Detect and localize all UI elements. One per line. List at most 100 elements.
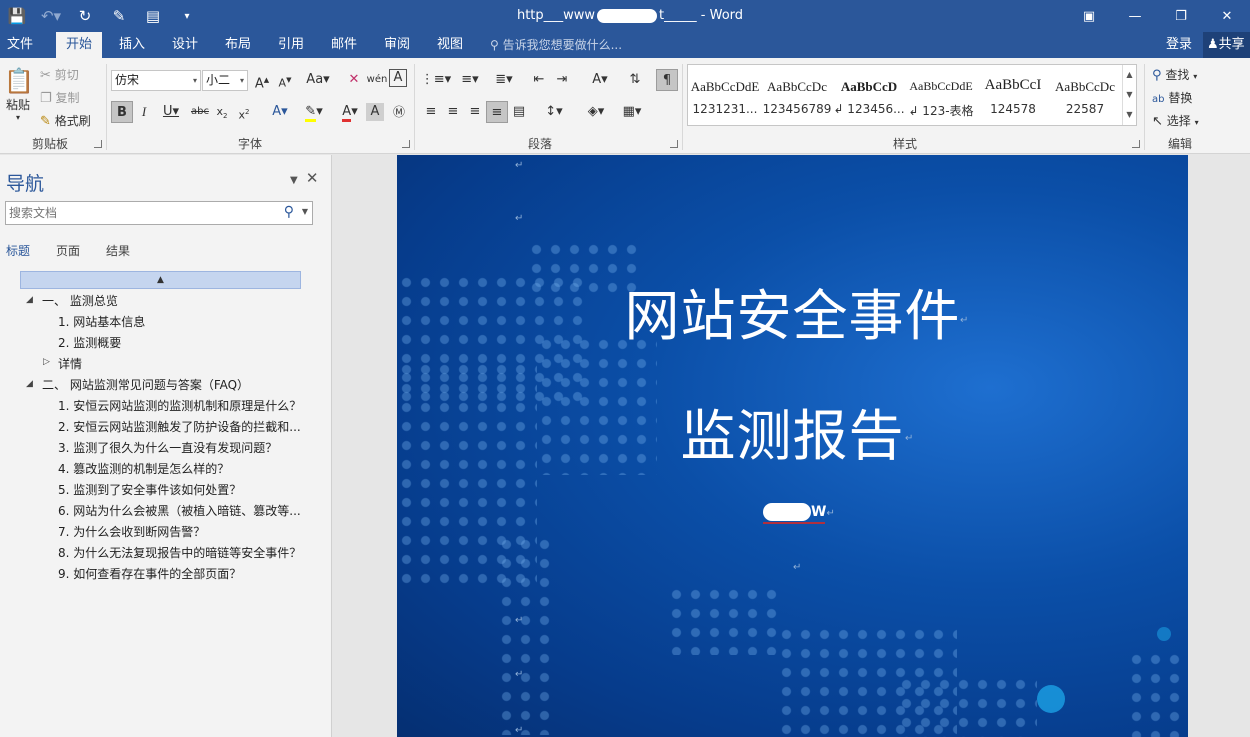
- nav-heading[interactable]: 详情: [58, 355, 82, 372]
- align-right-icon[interactable]: ≡: [464, 101, 486, 123]
- search-input[interactable]: [6, 202, 266, 224]
- nav-heading[interactable]: 8. 为什么无法复现报告中的暗链等安全事件？: [58, 544, 301, 561]
- collapsed-triangle-icon[interactable]: ▷: [43, 357, 50, 367]
- nav-heading[interactable]: 4. 篡改监测的机制是怎么样的？: [58, 460, 229, 477]
- share-button[interactable]: ♟共享: [1203, 32, 1250, 58]
- bullets-icon[interactable]: ⋮≡▾: [420, 69, 452, 91]
- style-item[interactable]: AaBbCcDc 123456789: [761, 65, 833, 125]
- copy-button[interactable]: ❐ 复制: [40, 89, 80, 106]
- paste-button[interactable]: 📋 粘贴 ▾: [4, 66, 34, 122]
- expanded-triangle-icon[interactable]: ◢: [26, 379, 33, 389]
- nav-heading[interactable]: 9. 如何查看存在事件的全部页面？: [58, 565, 241, 582]
- justify-icon[interactable]: ≡: [486, 101, 508, 123]
- chevron-down-icon[interactable]: ▼: [1123, 85, 1136, 105]
- shading-icon[interactable]: ◈▾: [580, 101, 612, 123]
- superscript-icon[interactable]: x2: [233, 101, 255, 123]
- tab-review[interactable]: 审阅: [375, 32, 419, 58]
- style-item[interactable]: AaBbCcDc 22587: [1049, 65, 1121, 125]
- line-spacing-icon[interactable]: ↕▾: [538, 101, 570, 123]
- style-item[interactable]: AaBbCcD ↲ 123456...: [833, 65, 905, 125]
- replace-button[interactable]: ab 替换: [1152, 89, 1192, 106]
- styles-launcher[interactable]: [1132, 140, 1140, 148]
- change-case-icon[interactable]: Aa▾: [302, 69, 334, 91]
- borders-icon[interactable]: ▦▾: [616, 101, 648, 123]
- font-size-combo[interactable]: 小二 ▾: [202, 70, 248, 91]
- chinese-layout-icon[interactable]: A▾: [584, 69, 616, 91]
- nav-tab-pages[interactable]: 页面: [56, 242, 80, 259]
- phonetic-guide-icon[interactable]: wén: [366, 69, 388, 91]
- align-left-icon[interactable]: ≡: [420, 101, 442, 123]
- paragraph-launcher[interactable]: [670, 140, 678, 148]
- underline-icon[interactable]: U▾: [155, 101, 187, 123]
- tab-insert[interactable]: 插入: [110, 32, 154, 58]
- highlight-icon[interactable]: ✎▾: [298, 101, 330, 123]
- restore-icon[interactable]: ❐: [1158, 0, 1204, 32]
- nav-heading[interactable]: 一、 监测总览: [42, 292, 118, 309]
- nav-heading[interactable]: 5. 监测到了安全事件该如何处置？: [58, 481, 241, 498]
- nav-heading[interactable]: 7. 为什么会收到断网告警？: [58, 523, 205, 540]
- nav-heading[interactable]: 1. 安恒云网站监测的监测机制和原理是什么？: [58, 397, 301, 414]
- search-icon[interactable]: ⚲: [284, 204, 294, 220]
- find-button[interactable]: ⚲ 查找 ▾: [1152, 66, 1197, 83]
- style-item[interactable]: AaBbCcDdE 1231231...: [689, 65, 761, 125]
- chevron-down-icon[interactable]: ▼: [302, 207, 308, 216]
- nav-heading[interactable]: 6. 网站为什么会被黑（被植入暗链、篡改等...: [58, 502, 301, 519]
- text-effects-icon[interactable]: A▾: [264, 101, 296, 123]
- login-link[interactable]: 登录: [1166, 32, 1192, 58]
- character-shading-icon[interactable]: A: [366, 103, 384, 121]
- cover-title-line1[interactable]: 网站安全事件: [397, 271, 1188, 351]
- distributed-icon[interactable]: ▤: [508, 101, 530, 123]
- tab-design[interactable]: 设计: [163, 32, 207, 58]
- chevron-down-icon[interactable]: ▼: [290, 175, 298, 186]
- company-name[interactable]: W↵: [763, 503, 835, 524]
- increase-indent-icon[interactable]: ⇥: [551, 69, 573, 91]
- cover-title-line2[interactable]: 监测报告: [397, 391, 1188, 471]
- tab-mailings[interactable]: 邮件: [322, 32, 366, 58]
- multilevel-list-icon[interactable]: ≣▾: [488, 69, 520, 91]
- nav-heading[interactable]: 2. 监测概要: [58, 334, 121, 351]
- clipboard-launcher[interactable]: [94, 140, 102, 148]
- tab-layout[interactable]: 布局: [216, 32, 260, 58]
- tab-file[interactable]: 文件: [0, 32, 40, 58]
- sort-icon[interactable]: ⇅: [624, 69, 646, 91]
- enclose-characters-icon[interactable]: Ⓜ: [388, 101, 410, 123]
- font-color-icon[interactable]: A▾: [334, 101, 366, 123]
- more-styles-icon[interactable]: ▼: [1123, 105, 1136, 125]
- nav-search-box[interactable]: ⚲ ▼: [5, 201, 313, 225]
- ribbon-display-icon[interactable]: ▣: [1066, 0, 1112, 32]
- select-button[interactable]: ↖ 选择 ▾: [1152, 112, 1199, 129]
- clear-format-icon[interactable]: ✕: [343, 69, 365, 91]
- grow-font-icon[interactable]: A▲: [251, 69, 273, 91]
- style-item[interactable]: AaBbCcDdE ↲ 123-表格: [905, 65, 977, 125]
- shrink-font-icon[interactable]: A▼: [274, 69, 296, 91]
- cut-button[interactable]: ✂ 剪切: [40, 66, 79, 83]
- style-item[interactable]: AaBbCcI 124578: [977, 65, 1049, 125]
- bold-icon[interactable]: B: [111, 101, 133, 123]
- nav-heading[interactable]: 二、 网站监测常见问题与答案（FAQ）: [42, 376, 249, 393]
- cover-page[interactable]: ↵ ↵ 网站安全事件 ↵ 监测报告 ↵ W↵ ↵ ↵ ↵ ↵: [397, 155, 1188, 737]
- numbering-icon[interactable]: ≡▾: [454, 69, 486, 91]
- expanded-triangle-icon[interactable]: ◢: [26, 295, 33, 305]
- tab-view[interactable]: 视图: [428, 32, 472, 58]
- decrease-indent-icon[interactable]: ⇤: [528, 69, 550, 91]
- nav-tab-headings[interactable]: 标题: [6, 242, 30, 259]
- align-center-icon[interactable]: ≡: [442, 101, 464, 123]
- close-icon[interactable]: ✕: [306, 169, 319, 187]
- font-launcher[interactable]: [402, 140, 410, 148]
- character-border-icon[interactable]: A: [389, 69, 407, 87]
- chevron-up-icon[interactable]: ▲: [1123, 65, 1136, 85]
- minimize-icon[interactable]: —: [1112, 0, 1158, 32]
- show-marks-icon[interactable]: ¶: [656, 69, 678, 91]
- tell-me-box[interactable]: ⚲ 告诉我您想要做什么...: [490, 32, 622, 58]
- strikethrough-icon[interactable]: abc: [189, 101, 211, 123]
- nav-heading[interactable]: 3. 监测了很久为什么一直没有发现问题？: [58, 439, 277, 456]
- font-name-combo[interactable]: 仿宋 ▾: [111, 70, 201, 91]
- close-icon[interactable]: ✕: [1204, 0, 1250, 32]
- nav-heading[interactable]: 2. 安恒云网站监测触发了防护设备的拦截和...: [58, 418, 301, 435]
- collapse-all-bar[interactable]: ▲: [20, 271, 301, 289]
- nav-tab-results[interactable]: 结果: [106, 242, 130, 259]
- nav-heading[interactable]: 1. 网站基本信息: [58, 313, 145, 330]
- tab-home[interactable]: 开始: [56, 32, 102, 58]
- styles-scrollbar[interactable]: ▲ ▼ ▼: [1122, 65, 1136, 125]
- tab-references[interactable]: 引用: [269, 32, 313, 58]
